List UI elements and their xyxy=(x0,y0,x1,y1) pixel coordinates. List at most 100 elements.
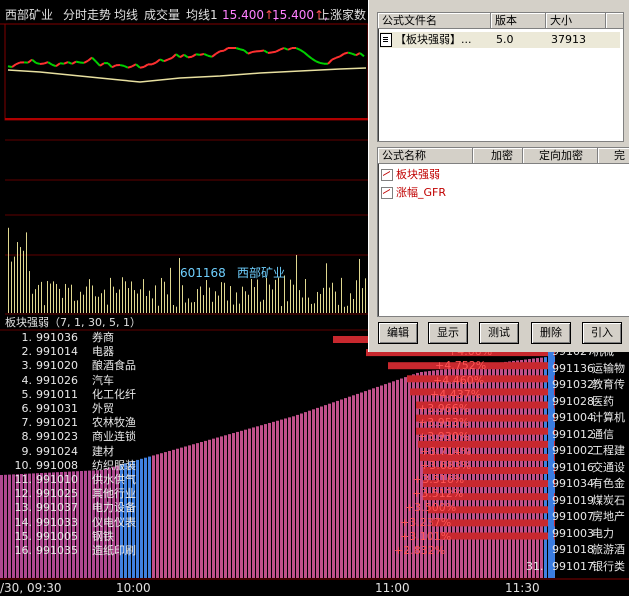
rank-percent: +3.101% xyxy=(400,529,452,543)
ranking-row-right[interactable]: 991018旅游酒 xyxy=(526,543,625,556)
formula-row-2[interactable]: 涨幅_GFR xyxy=(381,185,446,201)
rank-code: 991034 xyxy=(552,477,594,490)
rank-code: 991011 xyxy=(36,387,78,401)
volume-bar xyxy=(26,232,27,313)
formula-list[interactable]: 公式名称 加密 定向加密 完 板块强弱 涨幅_GFR xyxy=(377,147,629,317)
volume-bar xyxy=(305,278,306,313)
volume-bar xyxy=(20,247,21,313)
rank-percent: +3.930% xyxy=(418,430,470,444)
price-segment xyxy=(111,64,117,69)
rank-name: 建材 xyxy=(92,444,114,458)
ranking-row-right[interactable]: 31. 991017银行类 xyxy=(526,560,625,573)
volume-bar xyxy=(293,284,294,313)
volume-bar xyxy=(170,267,171,313)
rank-number: 12. xyxy=(14,487,33,501)
import-button[interactable]: 引入 xyxy=(582,322,622,344)
rank-percent: +3.237% xyxy=(400,515,452,529)
volume-bar xyxy=(8,227,9,313)
price-segment xyxy=(127,65,133,69)
price-segment xyxy=(35,61,41,65)
volume-bar xyxy=(203,295,204,313)
volume-bar xyxy=(137,293,138,313)
ranking-row-right[interactable]: 991016交通设 xyxy=(526,461,625,474)
volume-bar xyxy=(347,305,348,313)
ranking-row[interactable]: 14. 991033 仪电仪表 +3.237% xyxy=(10,516,510,529)
ranking-row[interactable]: 10. 991008 纺织服装 +3.683% xyxy=(10,459,510,472)
price-segment xyxy=(139,65,145,69)
rank-name: 电器 xyxy=(92,345,114,359)
delete-button[interactable]: 删除 xyxy=(531,322,571,344)
price-segment xyxy=(15,61,21,66)
ranking-row-right[interactable]: 991012通信 xyxy=(526,428,614,441)
volume-bar xyxy=(188,298,189,313)
ranking-row-right[interactable]: 991034有色金 xyxy=(526,477,625,490)
volume-bar xyxy=(284,275,285,313)
ranking-row[interactable]: 5. 991011 化工化纤 +4.437% xyxy=(10,388,510,401)
volume-bar xyxy=(44,305,45,313)
col-fixed-encrypt[interactable]: 定向加密 xyxy=(523,148,598,164)
ranking-row-right[interactable]: 991032教育传 xyxy=(526,378,625,391)
price-line xyxy=(7,47,365,69)
ranking-row[interactable]: 12. 991025 其他行业 +3.512% xyxy=(10,487,510,500)
ranking-row[interactable]: 13. 991037 电力设备 +3.500% xyxy=(10,501,510,514)
col-formula-name[interactable]: 公式名称 xyxy=(378,148,473,164)
rank-percent: +4.460% xyxy=(433,373,485,387)
ranking-row-right[interactable]: 991028医药 xyxy=(526,395,614,408)
volume-bar xyxy=(230,286,231,313)
price-segment xyxy=(359,52,365,58)
ranking-row[interactable]: 6. 991031 外贸 +3.966% xyxy=(10,402,510,415)
ranking-row[interactable]: 16. 991035 造纸印刷 +2.832% xyxy=(10,544,510,557)
price-segment xyxy=(187,55,193,59)
ranking-row-right[interactable]: 991019煤炭石 xyxy=(526,494,625,507)
file-row[interactable]: 【板块强弱】... 5.0 37913 xyxy=(380,32,620,48)
ranking-row[interactable]: 3. 991020 酿酒食品 +4.752% xyxy=(10,359,510,372)
ranking-row[interactable]: 9. 991024 建材 +3.714% xyxy=(10,445,510,458)
volume-bar xyxy=(341,277,342,313)
ranking-row[interactable]: 11. 991010 供水供气 +3.516% xyxy=(10,473,510,486)
rank-percent: +2.832% xyxy=(394,544,446,557)
show-button[interactable]: 显示 xyxy=(428,322,468,344)
volume-bar xyxy=(77,300,78,313)
formula-file-list[interactable]: 公式文件名 版本 大小 【板块强弱】... 5.0 37913 xyxy=(377,12,624,142)
ranking-row[interactable]: 8. 991023 商业连锁 +3.930% xyxy=(10,430,510,443)
rank-number: 4. xyxy=(21,373,33,387)
col-size[interactable]: 大小 xyxy=(546,13,606,29)
rank-code: 991004 xyxy=(552,411,594,424)
volume-bar xyxy=(80,291,81,313)
price-segment xyxy=(287,47,293,51)
col-version[interactable]: 版本 xyxy=(491,13,546,29)
ranking-row-right[interactable]: 991136运输物 xyxy=(526,362,625,375)
ranking-row[interactable]: 15. 991005 钢铁 +3.101% xyxy=(10,530,510,543)
volume-bar xyxy=(62,297,63,313)
volume-bar xyxy=(365,278,366,313)
ranking-row-right[interactable]: 991007房地产 xyxy=(526,510,625,523)
rank-code: 991016 xyxy=(552,460,594,474)
rank-code: 991032 xyxy=(552,378,594,391)
rank-code: 991005 xyxy=(36,529,78,543)
volume-bar xyxy=(29,271,30,313)
ranking-row-right[interactable]: 991002工程建 xyxy=(526,444,625,457)
volume-bar xyxy=(191,302,192,313)
time-1100: 11:00 xyxy=(375,581,410,595)
col-encrypted[interactable]: 加密 xyxy=(473,148,523,164)
ranking-row-right[interactable]: 991003电力 xyxy=(526,527,614,540)
test-button[interactable]: 测试 xyxy=(479,322,519,344)
edit-button[interactable]: 编辑 xyxy=(378,322,418,344)
rank-code: 991014 xyxy=(36,345,78,359)
volume-bar xyxy=(338,304,339,313)
ranking-row-right[interactable]: 991004计算机 xyxy=(526,411,625,424)
price-segment xyxy=(107,62,113,68)
formula-row-1[interactable]: 板块强弱 xyxy=(381,167,440,183)
col-file-name[interactable]: 公式文件名 xyxy=(378,13,491,29)
col-filler xyxy=(606,13,623,29)
col-complete[interactable]: 完 xyxy=(598,148,629,164)
price-segment xyxy=(195,53,201,56)
volume-bar xyxy=(149,290,150,313)
ranking-row[interactable]: 7. 991021 农林牧渔 +3.953% xyxy=(10,416,510,429)
volume-bar xyxy=(131,281,132,313)
ranking-row[interactable]: 4. 991026 汽车 +4.460% xyxy=(10,374,510,387)
rank-number: 3. xyxy=(21,359,33,373)
price-segment xyxy=(63,61,69,65)
volume-bar xyxy=(242,286,243,313)
rank-code: 991002 xyxy=(552,444,594,457)
